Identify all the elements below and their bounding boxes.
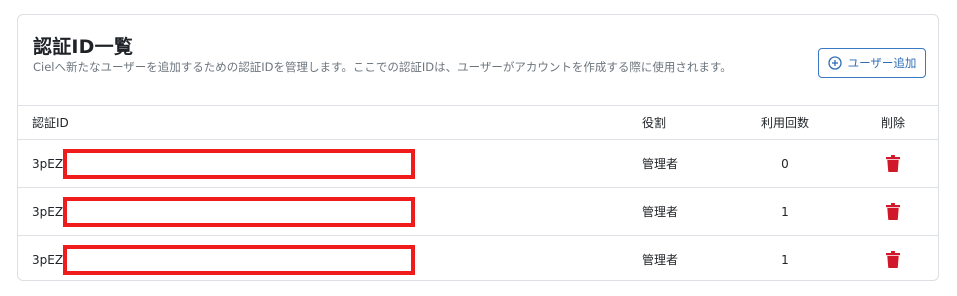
redaction-box [63, 149, 415, 179]
add-user-button-label: ユーザー追加 [847, 56, 917, 70]
header-delete: 削除 [880, 116, 905, 130]
plus-circle-icon [827, 56, 842, 70]
header-usage-count: 利用回数 [760, 116, 809, 130]
redaction-box [63, 245, 415, 275]
table-row: 3pEZ 管理者 0 [18, 139, 938, 187]
add-user-button[interactable]: ユーザー追加 [818, 48, 926, 78]
delete-cell [858, 140, 928, 187]
trash-icon[interactable] [886, 155, 900, 172]
header-auth-id: 認証ID [32, 116, 69, 130]
auth-id-value: 3pEZ [32, 252, 64, 267]
auth-id-table: 認証ID 役割 利用回数 削除 3pEZ 管理者 0 3pEZ 管理者 1 3p… [18, 105, 938, 283]
delete-cell [858, 188, 928, 235]
trash-icon[interactable] [886, 251, 900, 268]
table-header-row: 認証ID 役割 利用回数 削除 [18, 105, 938, 139]
table-row: 3pEZ 管理者 1 [18, 187, 938, 235]
auth-id-card: 認証ID一覧 Cielへ新たなユーザーを追加するための認証IDを管理します。ここ… [17, 14, 939, 281]
usage-count-value: 1 [781, 204, 789, 219]
header-role: 役割 [642, 116, 667, 130]
role-value: 管理者 [642, 205, 679, 219]
redaction-box [63, 197, 415, 227]
auth-id-value: 3pEZ [32, 156, 64, 171]
delete-cell [858, 236, 928, 283]
page-title: 認証ID一覧 [33, 36, 134, 58]
auth-id-value: 3pEZ [32, 204, 64, 219]
usage-count-value: 1 [781, 252, 789, 267]
role-value: 管理者 [642, 253, 679, 267]
role-value: 管理者 [642, 157, 679, 171]
usage-count-value: 0 [781, 156, 789, 171]
table-row: 3pEZ 管理者 1 [18, 235, 938, 283]
trash-icon[interactable] [886, 203, 900, 220]
page-description: Cielへ新たなユーザーを追加するための認証IDを管理します。ここでの認証IDは… [33, 60, 732, 74]
